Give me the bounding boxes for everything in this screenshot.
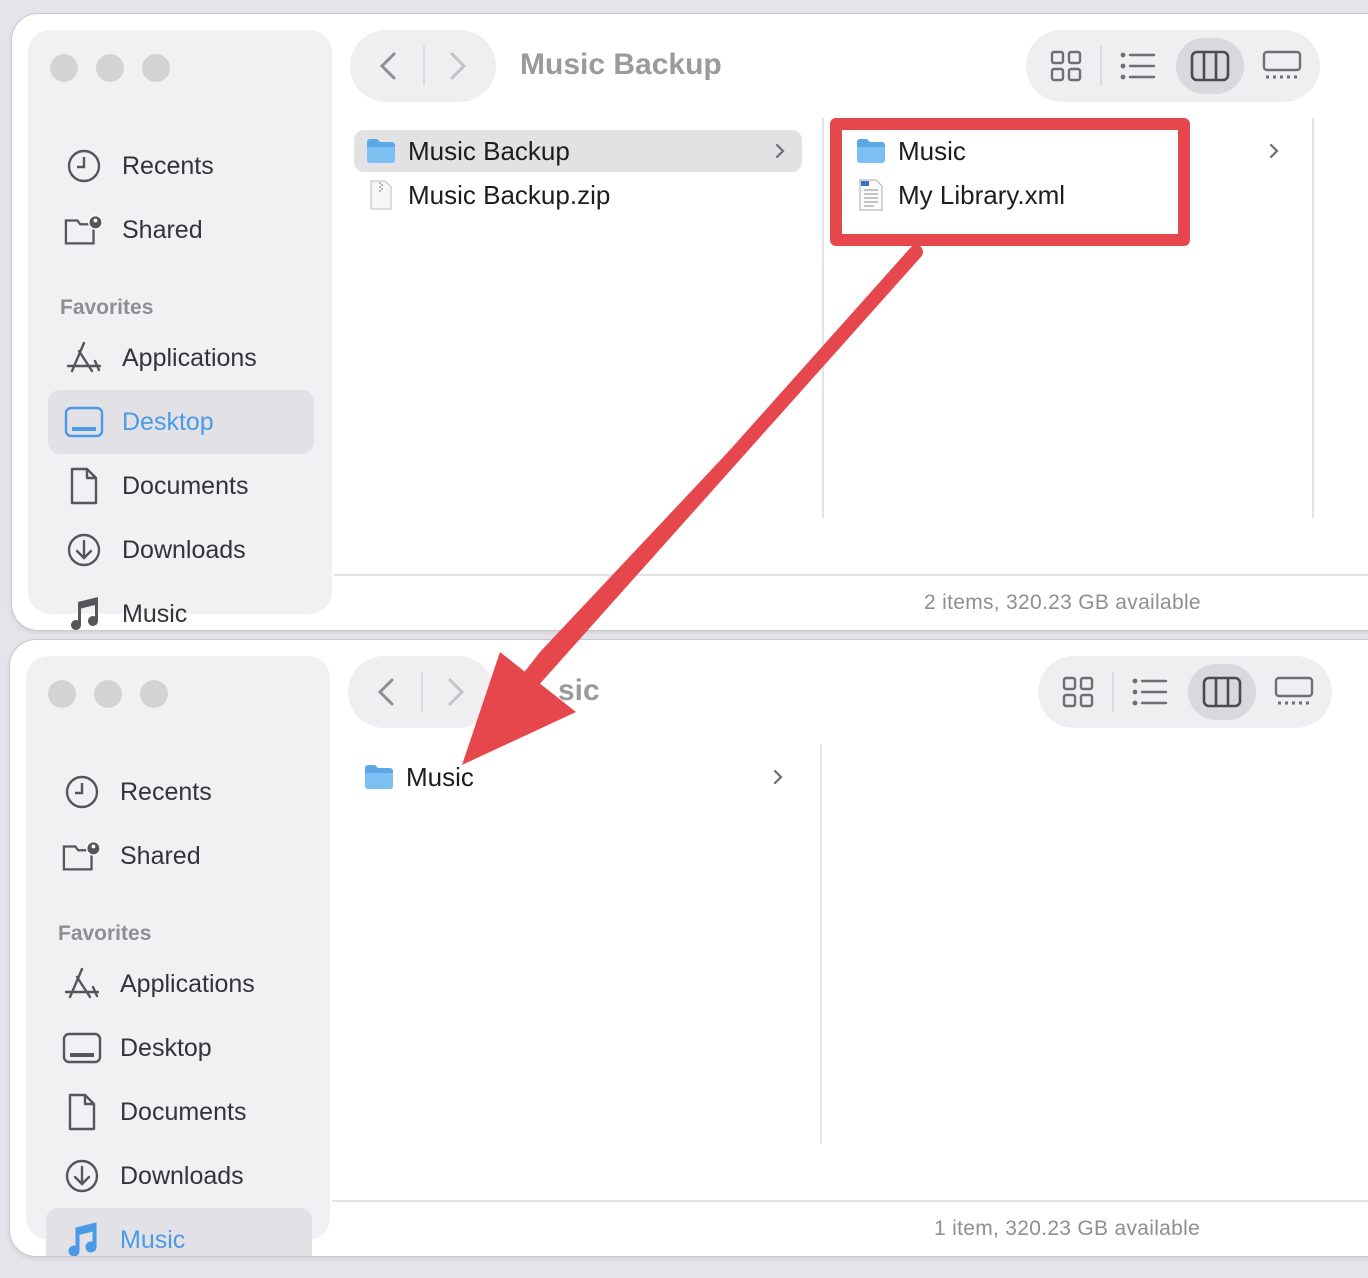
arrow-annotation bbox=[462, 245, 923, 765]
arrow-head bbox=[462, 652, 576, 765]
